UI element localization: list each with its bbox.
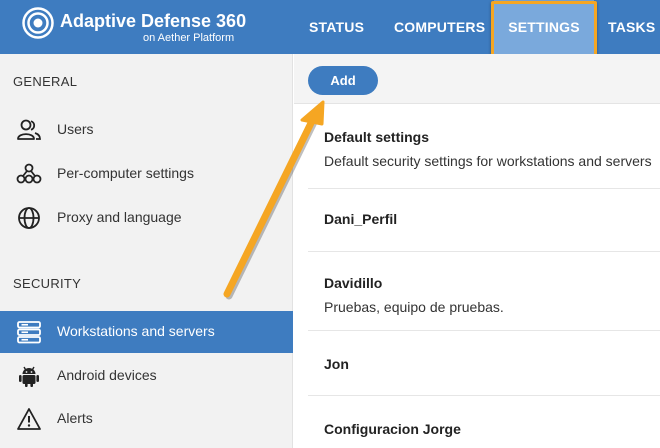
sidebar-item-workstations-and-servers[interactable]: Workstations and servers — [0, 311, 293, 353]
profile-row-configuracion-jorge[interactable]: Configuracion Jorge — [308, 396, 660, 448]
add-button[interactable]: Add — [308, 66, 378, 95]
profile-name: Default settings — [324, 129, 430, 145]
profile-name: Dani_Perfil — [324, 211, 398, 227]
profile-description: Pruebas, equipo de pruebas. — [324, 299, 504, 315]
sidebar-item-label: Android devices — [57, 367, 157, 383]
profile-name: Davidillo — [324, 275, 383, 291]
sidebar-item-label: Per-computer settings — [57, 165, 194, 181]
sidebar-item-android-devices[interactable]: Android devices — [0, 355, 293, 397]
profile-row-default-settings[interactable]: Default settings Default security settin… — [308, 105, 660, 189]
tab-status[interactable]: STATUS — [309, 0, 364, 54]
network-icon — [16, 163, 42, 184]
sidebar-item-proxy-and-language[interactable]: Proxy and language — [0, 197, 293, 239]
sidebar-item-per-computer-settings[interactable]: Per-computer settings — [0, 153, 293, 195]
toolbar: Add — [294, 54, 660, 104]
profile-description: Default security settings for workstatio… — [324, 153, 652, 169]
app-title: Adaptive Defense 360 — [60, 11, 247, 31]
sidebar-item-users[interactable]: Users — [0, 109, 293, 151]
globe-icon — [18, 207, 40, 229]
sidebar: GENERAL Users Per-computer settings Prox… — [0, 54, 293, 448]
app-subtitle: on Aether Platform — [143, 32, 235, 44]
sidebar-item-label: Alerts — [57, 410, 93, 426]
top-bar: Adaptive Defense 360 on Aether Platform … — [0, 0, 660, 54]
sidebar-item-label: Users — [57, 121, 94, 137]
section-general: GENERAL — [13, 74, 78, 89]
profile-row-davidillo[interactable]: Davidillo Pruebas, equipo de pruebas. — [308, 252, 660, 331]
profile-name: Configuracion Jorge — [324, 421, 461, 437]
server-icon — [17, 321, 41, 344]
logo-icon — [22, 7, 54, 39]
sidebar-item-label: Proxy and language — [57, 209, 182, 225]
tab-tasks[interactable]: TASKS — [608, 0, 655, 54]
android-icon — [19, 366, 39, 387]
warning-icon — [17, 408, 41, 430]
tab-computers[interactable]: COMPUTERS — [394, 0, 485, 54]
users-icon — [17, 119, 41, 140]
section-security: SECURITY — [13, 276, 82, 291]
profile-name: Jon — [324, 356, 349, 372]
profile-row-jon[interactable]: Jon — [308, 331, 660, 396]
sidebar-item-alerts[interactable]: Alerts — [0, 398, 293, 440]
tab-settings[interactable]: SETTINGS — [494, 0, 594, 54]
profile-row-dani-perfil[interactable]: Dani_Perfil — [308, 189, 660, 252]
sidebar-item-label: Workstations and servers — [57, 323, 215, 339]
